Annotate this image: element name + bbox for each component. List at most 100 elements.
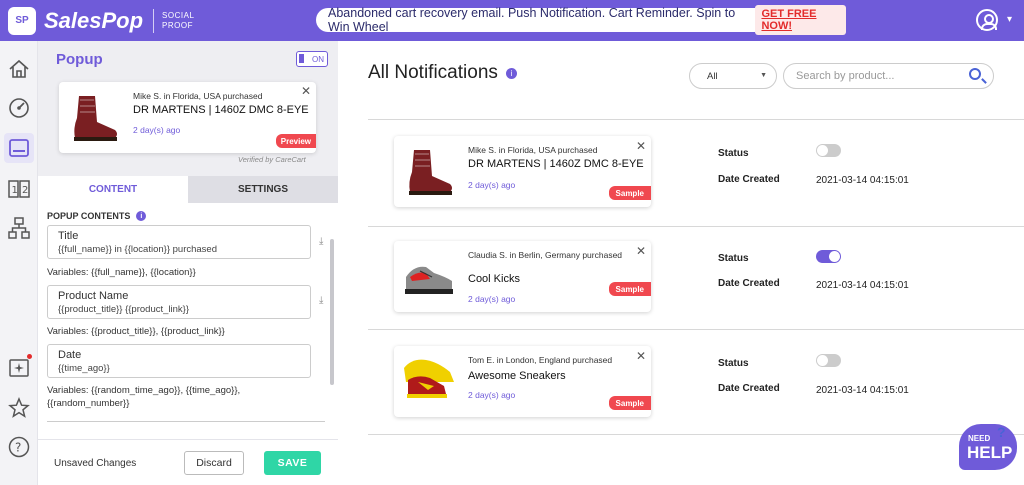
status-label: Status [718,148,749,159]
save-bar: Unsaved Changes Discard SAVE [38,439,338,485]
logo-name[interactable]: SalesPop [44,8,143,34]
boot-product-image [400,142,458,200]
question-mark-icon: ? [997,424,1006,440]
page-title-text: All Notifications [368,62,498,83]
sidebar: 12 ? [0,41,38,485]
notification-card[interactable]: Mike S. in Florida, USA purchased DR MAR… [394,136,651,207]
row-divider [368,434,1024,435]
panel-title: Popup [56,51,103,68]
popup-preview-card: Mike S. in Florida, USA purchased DR MAR… [59,82,316,153]
discard-button[interactable]: Discard [184,451,244,475]
logo-sub-line2: PROOF [162,20,193,30]
notification-card[interactable]: Tom E. in London, England purchased Awes… [394,346,651,417]
page-title: All Notifications i [368,62,517,84]
save-button[interactable]: SAVE [264,451,321,475]
date-created-label: Date Created [718,278,780,289]
boot-product-image [65,88,123,146]
row-divider [368,329,1024,330]
home-icon[interactable] [4,54,34,84]
notification-dot [27,354,32,359]
logo-badge-text: SP [15,15,29,26]
svg-text:1: 1 [12,185,18,196]
help-circle-icon[interactable]: ? [4,432,34,462]
logo-sub-line1: SOCIAL [162,10,195,20]
popup-icon[interactable] [4,133,34,163]
info-icon[interactable]: i [136,211,147,221]
top-bar: SP SalesPop SOCIAL PROOF Abandoned cart … [0,0,1024,41]
search-placeholder: Search by product... [796,70,895,82]
chevron-down-icon[interactable]: ▾ [1007,14,1012,25]
close-icon[interactable]: ✕ [636,349,646,363]
date-field[interactable]: Date {{time_ago}} [47,344,311,378]
sample-badge: Sample [608,282,651,296]
date-created-label: Date Created [718,174,780,185]
product-name-field[interactable]: Product Name {{product_title}} {{product… [47,285,311,319]
notification-ago: 2 day(s) ago [468,180,516,190]
notification-who: Mike S. in Florida, USA purchased [468,145,598,155]
close-icon[interactable]: ✕ [636,244,646,258]
close-icon[interactable]: ✕ [636,139,646,153]
section-title: POPUP CONTENTS [47,211,131,221]
date-created-label: Date Created [718,383,780,394]
search-input[interactable]: Search by product... [783,63,994,89]
counter-icon[interactable]: 12 [4,174,34,204]
insert-variable-icon[interactable]: ⤓ [319,236,323,247]
status-toggle[interactable] [816,250,841,263]
close-icon[interactable]: ✕ [301,84,311,98]
user-account-icon[interactable] [976,9,998,31]
scrollbar[interactable] [330,239,334,385]
popup-editor-panel: Popup ON Mike S. in Florida, USA purchas… [38,41,338,485]
date-field-label: Date [58,349,82,361]
salespop-logo-icon[interactable]: SP [8,6,36,35]
preview-badge: Preview [275,134,316,148]
promo-banner[interactable]: Abandoned cart recovery email. Push Noti… [316,5,846,35]
insert-variable-icon[interactable]: ⤓ [319,295,323,306]
sneaker-product-image [400,247,458,305]
date-created-value: 2021-03-14 04:15:01 [816,385,909,396]
status-label: Status [718,253,749,264]
get-free-now-link[interactable]: GET FREE NOW! [755,5,846,35]
date-created-value: 2021-03-14 04:15:01 [816,280,909,291]
notification-ago: 2 day(s) ago [468,390,516,400]
notification-product: Awesome Sneakers [468,370,566,382]
title-field[interactable]: Title {{full_name}} in {{location}} purc… [47,225,311,259]
notification-who: Tom E. in London, England purchased [468,355,613,365]
info-icon[interactable]: i [505,67,517,79]
verified-text: Verified by CareCart [238,155,306,164]
need-help-button[interactable]: NEED HELP ? [959,424,1017,470]
help-line1: NEED [968,434,991,443]
svg-text:2: 2 [22,185,28,196]
unsaved-changes-label: Unsaved Changes [54,458,137,469]
title-variables: Variables: {{full_name}}, {{location}} [47,267,196,278]
row-divider [368,226,1024,227]
status-toggle[interactable] [816,354,841,367]
popup-enabled-toggle[interactable]: ON [296,51,328,67]
svg-text:?: ? [15,441,21,455]
status-label: Status [718,358,749,369]
chevron-down-icon: ▼ [760,72,767,79]
help-line2: HELP [967,443,1013,462]
section-heading: POPUP CONTENTS i [47,211,147,221]
notification-card[interactable]: Claudia S. in Berlin, Germany purchased … [394,241,651,312]
sample-badge: Sample [608,186,651,200]
sample-badge: Sample [608,396,651,410]
new-feature-icon[interactable] [4,352,34,382]
title-field-value[interactable]: {{full_name}} in {{location}} purchased [58,244,300,255]
sitemap-icon[interactable] [4,213,34,243]
filter-select[interactable]: All ▼ [689,63,777,89]
speedometer-icon[interactable] [4,93,34,123]
notification-ago: 2 day(s) ago [468,294,516,304]
tab-content[interactable]: CONTENT [38,176,188,203]
status-toggle[interactable] [816,144,841,157]
preview-product: DR MARTENS | 1460Z DMC 8-EYE ... [133,104,311,116]
tab-settings[interactable]: SETTINGS [188,176,338,203]
search-icon[interactable] [969,68,981,80]
row-divider [368,119,1024,120]
product-name-variables: Variables: {{product_title}}, {{product_… [47,326,225,337]
title-field-label: Title [58,230,79,242]
product-name-value[interactable]: {{product_title}} {{product_link}} [58,304,300,315]
date-field-value[interactable]: {{time_ago}} [58,363,300,374]
star-icon[interactable] [4,393,34,423]
date-variables: Variables: {{random_time_ago}}, {{time_a… [47,385,241,409]
divider [47,421,325,422]
